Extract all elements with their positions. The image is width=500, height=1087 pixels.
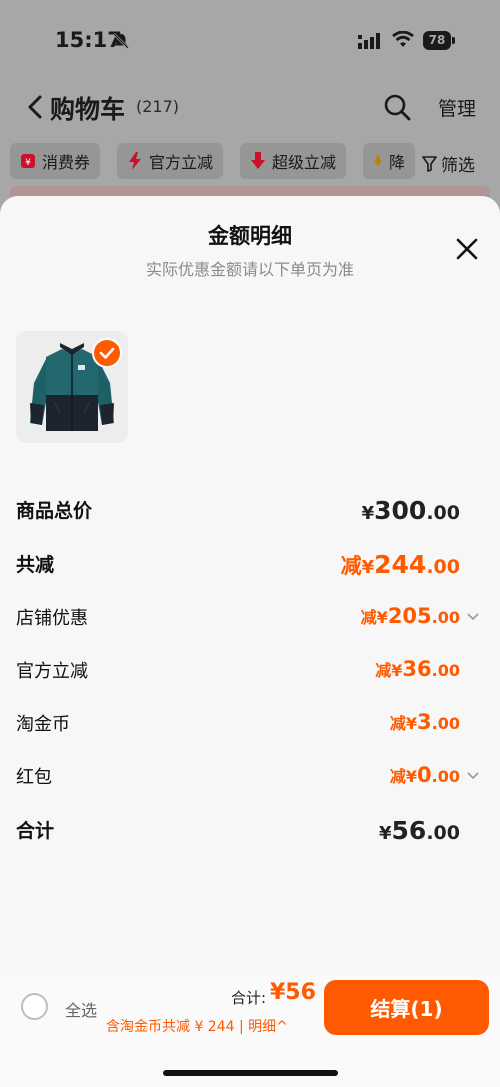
row-label: 合计 bbox=[16, 820, 55, 842]
down-price-icon bbox=[373, 155, 383, 166]
filter-chip-label: 官方立减 bbox=[149, 153, 214, 172]
row-value: 减 ¥244.00 bbox=[340, 550, 460, 579]
home-indicator[interactable] bbox=[163, 1070, 338, 1076]
filter-chip-label: 降 bbox=[388, 153, 405, 172]
filter-chip-official-discount[interactable]: 官方立减 bbox=[117, 143, 224, 179]
search-icon[interactable] bbox=[383, 93, 411, 121]
close-icon[interactable] bbox=[454, 236, 480, 262]
mute-bell-icon bbox=[113, 33, 129, 49]
row-grand-total: 合计 ¥56.00 bbox=[16, 816, 484, 846]
manage-button[interactable]: 管理 bbox=[438, 94, 476, 121]
filter-chip-price-drop[interactable]: 降 bbox=[363, 143, 415, 179]
sheet-subtitle: 实际优惠金额请以下单页为准 bbox=[145, 260, 354, 279]
battery-icon: 78 bbox=[423, 31, 455, 50]
coupon-icon: ¥ bbox=[21, 154, 35, 168]
cart-header: 购物车 (217) 管理 bbox=[0, 80, 500, 135]
row-value: 减 ¥36.00 bbox=[375, 657, 460, 681]
row-value: 减 ¥205.00 bbox=[360, 604, 460, 628]
row-taojinbi: 淘金币 减 ¥3.00 bbox=[16, 710, 484, 740]
row-official-discount: 官方立减 减 ¥36.00 bbox=[16, 657, 484, 687]
page-title: 购物车 bbox=[50, 95, 126, 124]
checkout-bar: 全选 合计: ¥56 含淘金币共减 ¥ 244 | 明细^ 结算(1) bbox=[0, 975, 500, 1087]
lightning-icon bbox=[129, 152, 141, 170]
row-label: 共减 bbox=[16, 554, 55, 576]
filter-bar: ¥ 消费券 官方立减 超级立减 降 筛选 bbox=[0, 143, 500, 181]
row-value: ¥56.00 bbox=[379, 816, 460, 845]
cart-count: (217) bbox=[136, 97, 180, 116]
row-label: 店铺优惠 bbox=[16, 608, 88, 629]
back-arrow-icon[interactable] bbox=[26, 94, 44, 120]
filter-button-label: 筛选 bbox=[441, 156, 475, 176]
row-label: 红包 bbox=[16, 767, 52, 788]
filter-chip-label: 超级立减 bbox=[272, 153, 337, 172]
selected-check-icon[interactable] bbox=[92, 338, 122, 368]
signal-icon bbox=[358, 33, 380, 49]
chevron-down-icon[interactable] bbox=[466, 612, 480, 622]
status-bar: 15:17 78 bbox=[0, 0, 500, 80]
row-label: 官方立减 bbox=[16, 661, 88, 682]
select-all-label[interactable]: 全选 bbox=[65, 997, 97, 1021]
row-value: ¥300.00 bbox=[361, 496, 460, 525]
row-label: 商品总价 bbox=[16, 500, 93, 522]
wifi-icon bbox=[392, 31, 414, 47]
checkout-button[interactable]: 结算(1) bbox=[324, 980, 489, 1035]
chevron-down-icon[interactable] bbox=[466, 771, 480, 781]
row-store-discount[interactable]: 店铺优惠 减 ¥205.00 bbox=[16, 604, 484, 634]
arrow-down-icon bbox=[251, 152, 265, 169]
row-label: 淘金币 bbox=[16, 714, 70, 735]
filter-button[interactable]: 筛选 bbox=[422, 151, 475, 176]
total-value: ¥56 bbox=[270, 980, 316, 1005]
row-total-discount: 共减 减 ¥244.00 bbox=[16, 550, 484, 580]
funnel-icon bbox=[422, 155, 437, 172]
filter-chip-label: 消费券 bbox=[42, 153, 91, 172]
filter-chip-super-discount[interactable]: 超级立减 bbox=[240, 143, 347, 179]
svg-text:¥: ¥ bbox=[25, 158, 31, 168]
row-red-packet[interactable]: 红包 减 ¥0.00 bbox=[16, 763, 484, 793]
saving-detail-link[interactable]: 含淘金币共减 ¥ 244 | 明细^ bbox=[106, 1016, 288, 1036]
row-value: 减 ¥0.00 bbox=[389, 763, 460, 787]
amount-detail-sheet: 金额明细 实际优惠金额请以下单页为准 商品总价 ¥ 300 .00 共减 减 ¥… bbox=[0, 196, 500, 1087]
sheet-title: 金额明细 bbox=[208, 224, 292, 248]
select-all-radio[interactable] bbox=[21, 993, 48, 1020]
filter-chip-coupon[interactable]: ¥ 消费券 bbox=[10, 143, 101, 179]
row-value: 减 ¥3.00 bbox=[389, 710, 460, 734]
battery-level: 78 bbox=[423, 31, 451, 50]
total-label: 合计: bbox=[231, 989, 267, 1007]
row-subtotal: 商品总价 ¥300.00 bbox=[16, 496, 484, 526]
